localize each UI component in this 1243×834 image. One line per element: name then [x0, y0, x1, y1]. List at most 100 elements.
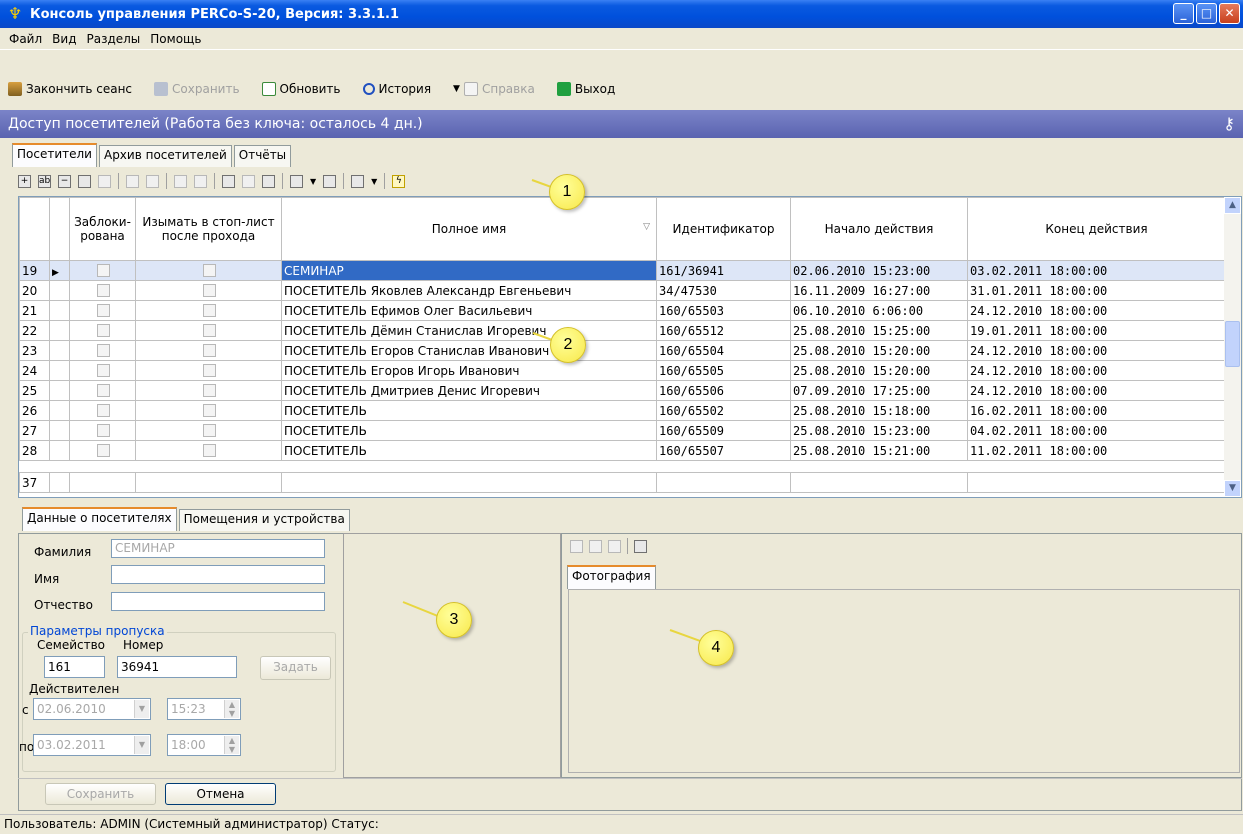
column-header-identifier[interactable]: Идентификатор: [656, 197, 791, 261]
fullname-cell[interactable]: ПОСЕТИТЕЛЬ Егоров Станислав Иванович: [281, 340, 657, 361]
refresh-button[interactable]: Обновить: [261, 82, 341, 96]
help-button[interactable]: ▼ Справка: [453, 82, 535, 96]
name-field[interactable]: [111, 565, 325, 584]
grid-vertical-scrollbar[interactable]: ▲ ▼: [1224, 197, 1241, 497]
end-date-cell[interactable]: 24.12.2010 18:00:00: [967, 380, 1226, 401]
stoplist-checkbox[interactable]: [203, 304, 216, 317]
edit-icon[interactable]: [174, 174, 187, 188]
dropdown-arrow-icon[interactable]: ▼: [310, 177, 316, 186]
column-header-end[interactable]: Конец действия: [967, 197, 1226, 261]
identifier-cell[interactable]: 160/65502: [656, 400, 791, 421]
end-date-cell[interactable]: 11.02.2011 18:00:00: [967, 440, 1226, 461]
card-edit-icon[interactable]: [262, 174, 275, 188]
filter-icon[interactable]: [98, 174, 111, 188]
binoculars-icon[interactable]: [78, 174, 91, 188]
identifier-cell[interactable]: 160/65503: [656, 300, 791, 321]
time-spinner-icon[interactable]: ▲ ▼: [224, 736, 239, 754]
end-date-cell[interactable]: 24.12.2010 18:00:00: [967, 300, 1226, 321]
columns-icon[interactable]: [290, 174, 303, 188]
fullname-cell[interactable]: ПОСЕТИТЕЛЬ: [281, 400, 657, 421]
calendar-dropdown-icon[interactable]: ▼: [134, 736, 149, 754]
lightning-icon[interactable]: ϟ: [392, 174, 406, 188]
menu-help[interactable]: Помощь: [150, 32, 201, 46]
minimize-button[interactable]: _: [1173, 3, 1194, 24]
fullname-cell[interactable]: ПОСЕТИТЕЛЬ: [281, 440, 657, 461]
table-row[interactable]: 21 ПОСЕТИТЕЛЬ Ефимов Олег Васильевич 160/6…: [19, 300, 1226, 321]
exit-button[interactable]: Выход: [556, 82, 615, 96]
scroll-thumb[interactable]: [1225, 321, 1240, 367]
blocked-checkbox[interactable]: [97, 424, 110, 437]
table-row[interactable]: 19 ▶ СЕМИНАР 161/36941 02.06.2010 15:23:00 03…: [19, 260, 1226, 281]
stoplist-checkbox[interactable]: [203, 284, 216, 297]
history-button[interactable]: История: [362, 82, 431, 96]
tab-visitors[interactable]: Посетители: [12, 143, 97, 167]
end-date-cell[interactable]: 03.02.2011 18:00:00: [967, 260, 1226, 281]
start-date-cell[interactable]: 07.09.2010 17:25:00: [790, 380, 968, 401]
column-header-start[interactable]: Начало действия: [790, 197, 968, 261]
blocked-checkbox[interactable]: [97, 264, 110, 277]
fullname-cell[interactable]: ПОСЕТИТЕЛЬ: [281, 420, 657, 441]
tab-photo[interactable]: Фотография: [567, 565, 656, 589]
end-date-cell[interactable]: 24.12.2010 18:00:00: [967, 360, 1226, 381]
identifier-cell[interactable]: 160/65505: [656, 360, 791, 381]
identifier-cell[interactable]: 160/65512: [656, 320, 791, 341]
stoplist-checkbox[interactable]: [203, 444, 216, 457]
scroll-down-arrow-icon[interactable]: ▼: [1224, 480, 1241, 497]
table-row[interactable]: 24 ПОСЕТИТЕЛЬ Егоров Игорь Иванович 160/65…: [19, 360, 1226, 381]
patronymic-field[interactable]: [111, 592, 325, 611]
start-date-cell[interactable]: 25.08.2010 15:21:00: [790, 440, 968, 461]
identifier-cell[interactable]: 160/65509: [656, 420, 791, 441]
from-time-field[interactable]: 15:23 ▲ ▼: [167, 698, 241, 720]
return-card-icon[interactable]: [146, 174, 159, 188]
menu-sections[interactable]: Разделы: [86, 32, 140, 46]
to-date-field[interactable]: 03.02.2011 ▼: [33, 734, 151, 756]
identifier-cell[interactable]: 160/65507: [656, 440, 791, 461]
identifier-cell[interactable]: 34/47530: [656, 280, 791, 301]
edit-field-icon[interactable]: ab: [38, 174, 51, 188]
stoplist-checkbox[interactable]: [203, 404, 216, 417]
picture-icon[interactable]: [634, 539, 647, 553]
start-date-cell[interactable]: 02.06.2010 15:23:00: [790, 260, 968, 281]
fullname-cell[interactable]: СЕМИНАР: [281, 260, 657, 281]
camera-icon[interactable]: [589, 539, 602, 553]
table-row[interactable]: 25 ПОСЕТИТЕЛЬ Дмитриев Денис Игоревич 160/…: [19, 380, 1226, 401]
identifier-cell[interactable]: 161/36941: [656, 260, 791, 281]
blocked-checkbox[interactable]: [97, 384, 110, 397]
blocked-checkbox[interactable]: [97, 344, 110, 357]
surname-field[interactable]: СЕМИНАР: [111, 539, 325, 558]
tab-reports[interactable]: Отчёты: [233, 145, 292, 167]
menu-view[interactable]: Вид: [52, 32, 76, 46]
end-session-button[interactable]: Закончить сеанс: [8, 82, 132, 96]
start-date-cell[interactable]: 16.11.2009 16:27:00: [790, 280, 968, 301]
tab-rooms-devices[interactable]: Помещения и устройства: [178, 509, 350, 531]
blocked-checkbox[interactable]: [97, 324, 110, 337]
stoplist-checkbox[interactable]: [203, 384, 216, 397]
tab-visitor-data[interactable]: Данные о посетителях: [22, 507, 177, 531]
close-button[interactable]: ✕: [1219, 3, 1240, 24]
table-row[interactable]: 20 ПОСЕТИТЕЛЬ Яковлев Александр Евгеньеви…: [19, 280, 1226, 301]
scroll-up-arrow-icon[interactable]: ▲: [1224, 197, 1241, 214]
time-spinner-icon[interactable]: ▲ ▼: [224, 700, 239, 718]
fullname-cell[interactable]: ПОСЕТИТЕЛЬ Яковлев Александр Евгеньевич: [281, 280, 657, 301]
column-header-blocked[interactable]: Заблоки- рована: [69, 197, 136, 261]
table-row[interactable]: 28 ПОСЕТИТЕЛЬ 160/65507 25.08.2010 15:21:00…: [19, 440, 1226, 461]
delete-photo-icon[interactable]: [608, 539, 621, 553]
from-date-field[interactable]: 02.06.2010 ▼: [33, 698, 151, 720]
cancel-button[interactable]: Отмена: [165, 783, 276, 805]
card-icon[interactable]: [194, 174, 207, 188]
fullname-cell[interactable]: ПОСЕТИТЕЛЬ Ефимов Олег Васильевич: [281, 300, 657, 321]
layout-icon[interactable]: [323, 174, 337, 188]
start-date-cell[interactable]: 25.08.2010 15:23:00: [790, 420, 968, 441]
table-row[interactable]: 27 ПОСЕТИТЕЛЬ 160/65509 25.08.2010 15:23:00…: [19, 420, 1226, 441]
end-date-cell[interactable]: 16.02.2011 18:00:00: [967, 400, 1226, 421]
number-field[interactable]: 36941: [117, 656, 237, 678]
save-button[interactable]: Сохранить: [154, 82, 240, 96]
stoplist-checkbox[interactable]: [203, 364, 216, 377]
end-date-cell[interactable]: 19.01.2011 18:00:00: [967, 320, 1226, 341]
fullname-cell[interactable]: ПОСЕТИТЕЛЬ Егоров Игорь Иванович: [281, 360, 657, 381]
start-date-cell[interactable]: 25.08.2010 15:18:00: [790, 400, 968, 421]
properties-icon[interactable]: [222, 174, 235, 188]
start-date-cell[interactable]: 25.08.2010 15:20:00: [790, 360, 968, 381]
column-header-fullname[interactable]: Полное имя ▽: [281, 197, 657, 261]
blocked-checkbox[interactable]: [97, 404, 110, 417]
